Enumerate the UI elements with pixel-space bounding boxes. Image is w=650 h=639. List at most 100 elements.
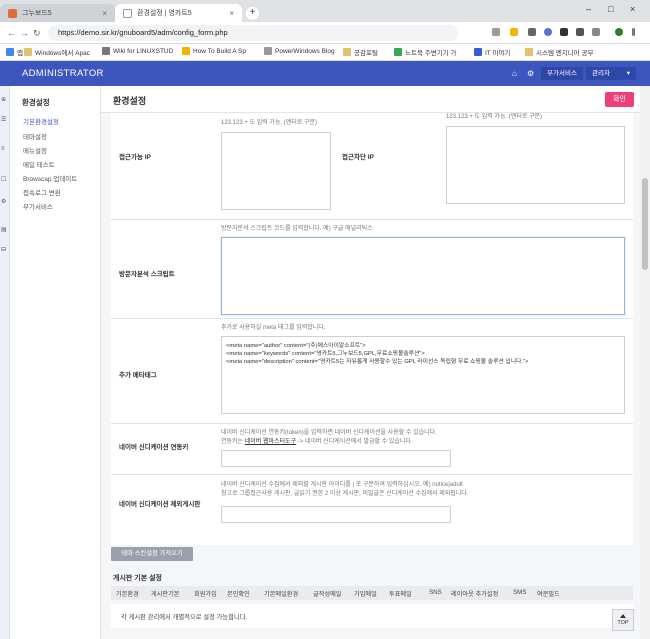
block-ip-hint: 123.123.+ 도 입력 가능. (엔터로 구분) — [446, 114, 543, 120]
naver-exclude-label: 네이버 신디케이션 제외게시판 — [119, 501, 201, 508]
bookmark-item[interactable]: 노트북 주변기기 가 — [394, 47, 456, 57]
tab-sms[interactable]: SMS — [513, 589, 526, 596]
confirm-button[interactable]: 확인 — [605, 92, 634, 107]
bookmarks-bar: 앱 Windows에서 Apac Wiki for LINUXSTUD How … — [0, 44, 650, 61]
reload-icon[interactable]: ↻ — [33, 28, 41, 39]
block-ip-label: 접근차단 IP — [342, 154, 374, 161]
icon-rail: ⊕ ☰ ≡ ☐ ⚙ ▤ ⊟ — [0, 86, 10, 639]
bookmark-label: Wiki for LINUXSTUD — [113, 47, 174, 55]
rail-icon[interactable]: ▤ — [1, 226, 7, 233]
board-section-title: 게시판 기본 설정 — [113, 575, 162, 582]
access-ip-textarea[interactable] — [221, 132, 331, 210]
back-icon[interactable]: ← — [7, 28, 16, 38]
tab-mail-env[interactable]: 기본메일환경 — [264, 589, 298, 598]
sidebar-item-browscap[interactable]: Browscap 업데이트 — [23, 173, 77, 183]
sidebar: 환경설정 기본환경설정 테마설정 메뉴설정 메일 테스트 Browscap 업데… — [10, 86, 101, 639]
bookmark-label: 시스템 엔지니어 공부 — [536, 50, 594, 57]
sidebar-item-mail-test[interactable]: 메일 테스트 — [23, 159, 55, 169]
address-bar-row: ← → ↻ https://demo.sir.kr/gnuboard5/adm/… — [0, 22, 650, 44]
forward-icon[interactable]: → — [20, 28, 29, 38]
rail-icon[interactable]: ⚙ — [1, 198, 6, 205]
page-icon — [123, 8, 132, 18]
browser-tabbar: 그누보드5 × 환경설정 | 영카트5 × + – □ × — [0, 0, 650, 22]
analytics-textarea[interactable] — [221, 237, 625, 315]
rail-icon[interactable]: ⊕ — [1, 96, 6, 103]
extension-icon[interactable] — [576, 28, 584, 36]
naver-token-hint: 네이버 신디케이션 연동키(token)을 입력하면 네이버 신디케이션을 사용… — [221, 430, 437, 436]
star-icon[interactable] — [510, 28, 518, 36]
bookmark-item[interactable]: PowerWindows Blog — [264, 47, 335, 55]
extension-icon[interactable] — [528, 28, 536, 36]
rail-icon[interactable]: ☰ — [1, 116, 6, 123]
rail-icon[interactable]: ☐ — [1, 176, 6, 183]
bookmark-item[interactable]: How To Build A Sp — [182, 47, 246, 55]
admin-menu-button[interactable]: 관리자 ▾ — [586, 67, 636, 80]
naver-token-input[interactable] — [221, 450, 451, 467]
config-form-panel: 대 123.123.+ 도 입력 가능. (엔터로 구분) 123.123.+ … — [111, 113, 633, 545]
addon-services-button[interactable]: 부가서비스 — [541, 67, 583, 80]
extension-icon[interactable] — [544, 28, 552, 36]
access-ip-label: 접근가능 IP — [119, 154, 151, 161]
tab-extra-fields[interactable]: 여분필드 — [537, 589, 560, 598]
tab-basic-env[interactable]: 기본환경 — [116, 589, 139, 598]
vertical-scrollbar[interactable] — [640, 86, 650, 639]
naver-token-hint2: 연동키는 네이버 웹마스터도구 -> 네이버 신디케이션에서 발급할 수 있습니… — [221, 438, 413, 447]
close-window-button[interactable]: × — [630, 4, 635, 14]
favicon-icon — [8, 8, 17, 18]
sidebar-item-menu[interactable]: 메뉴설정 — [23, 145, 47, 155]
bookmark-item[interactable]: 시스템 엔지니어 공부 — [525, 47, 593, 57]
tab-verify[interactable]: 본인확인 — [227, 589, 250, 598]
tab-join[interactable]: 회원가입 — [194, 589, 217, 598]
close-tab-icon[interactable]: × — [229, 9, 234, 18]
close-tab-icon[interactable]: × — [102, 9, 107, 18]
analytics-row: 방문자분석 스크립트 코드를 입력합니다. 예) 구글 애널리틱스 방문자분석 … — [111, 220, 633, 319]
tab-sns[interactable]: SNS — [429, 589, 442, 596]
menu-dots-icon[interactable] — [632, 28, 635, 36]
settings-icon[interactable]: ⚙ — [527, 69, 534, 78]
arrow-up-icon — [620, 614, 626, 618]
naver-exclude-input[interactable] — [221, 506, 451, 523]
url-input[interactable]: https://demo.sir.kr/gnuboard5/adm/config… — [48, 25, 458, 41]
sidebar-item-theme[interactable]: 테마설정 — [23, 131, 47, 141]
new-tab-button[interactable]: + — [246, 7, 259, 20]
browser-tab-config[interactable]: 환경설정 | 영카트5 × — [115, 4, 242, 22]
tab-poll-mail[interactable]: 투표메일 — [389, 589, 412, 598]
tab-board-basic[interactable]: 게시판기본 — [151, 589, 179, 598]
sidebar-item-addons[interactable]: 부가서비스 — [23, 201, 53, 211]
naver-token-row: 네이버 신디케이션 연동키(token)을 입력하면 네이버 신디케이션을 사용… — [111, 424, 633, 475]
meta-textarea[interactable]: <meta name="author" content="(주)에스아이알소프트… — [221, 336, 625, 414]
block-ip-textarea[interactable] — [446, 126, 625, 204]
bookmark-label: 앱 — [17, 50, 23, 57]
extension-icon[interactable] — [560, 28, 568, 36]
rail-icon[interactable]: ≡ — [1, 146, 5, 152]
bookmark-item[interactable]: IT 이야기 — [474, 47, 510, 57]
naver-webmaster-link[interactable]: 네이버 웹마스터도구 — [245, 439, 296, 445]
home-icon[interactable]: ⌂ — [512, 69, 517, 78]
bookmark-item[interactable]: Windows에서 Apac — [24, 47, 90, 57]
sidebar-item-log-convert[interactable]: 접속로그 변환 — [23, 187, 61, 197]
tab-layout[interactable]: 레이아웃 추가설정 — [451, 589, 498, 598]
bookmark-item[interactable]: Wiki for LINUXSTUD — [102, 47, 173, 55]
load-theme-skin-button[interactable]: 테마 스킨설정 가져오기 — [111, 547, 193, 561]
key-icon[interactable] — [492, 28, 500, 36]
extension-icon[interactable] — [592, 28, 600, 36]
board-tabs: 기본환경 게시판기본 회원가입 본인확인 기본메일환경 글작성메일 가입메일 투… — [111, 586, 633, 600]
chevron-down-icon: ▾ — [626, 70, 630, 77]
admin-title[interactable]: ADMINISTRATOR — [22, 68, 104, 79]
scrollbar-thumb[interactable] — [642, 178, 648, 270]
meta-hint: 추가로 사용하실 meta 태그를 입력합니다. — [221, 325, 326, 331]
tab-write-mail[interactable]: 글작성메일 — [313, 589, 341, 598]
bookmark-item[interactable]: 공감포털 — [343, 47, 378, 57]
minimize-button[interactable]: – — [586, 4, 591, 14]
scroll-top-button[interactable]: TOP — [612, 609, 634, 631]
profile-avatar[interactable] — [615, 28, 623, 36]
rail-icon[interactable]: ⊟ — [1, 246, 6, 253]
bookmark-item[interactable]: 앱 — [6, 47, 23, 57]
bookmark-label: PowerWindows Blog — [275, 47, 335, 55]
tab-join-mail[interactable]: 가입메일 — [354, 589, 377, 598]
sidebar-item-basic-config[interactable]: 기본환경설정 — [23, 116, 59, 126]
maximize-button[interactable]: □ — [608, 4, 613, 14]
ip-row: 대 123.123.+ 도 입력 가능. (엔터로 구분) 123.123.+ … — [111, 113, 633, 220]
browser-tab-gnuboard[interactable]: 그누보드5 × — [0, 4, 115, 22]
meta-textarea-value: <meta name="author" content="(주)에스아이알소프트… — [226, 343, 529, 365]
